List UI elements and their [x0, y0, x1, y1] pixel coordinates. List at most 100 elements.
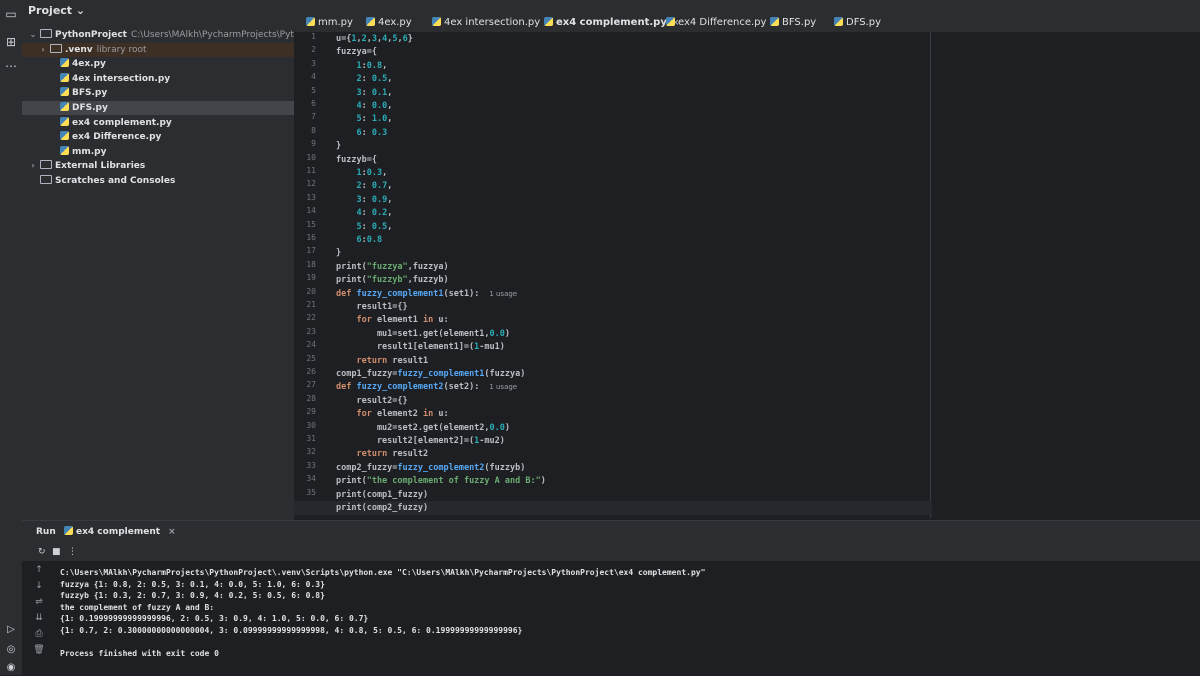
editor-tab[interactable]: 4ex.py	[366, 12, 412, 34]
code-text: 6:0.8	[356, 235, 383, 245]
print-icon[interactable]: ⎙	[32, 628, 46, 640]
rerun-icon[interactable]: ↻	[38, 543, 46, 561]
editor-tab[interactable]: DFS.py	[834, 12, 881, 34]
up-arrow-icon[interactable]: ↑	[32, 564, 46, 576]
line-number: 35	[306, 487, 316, 497]
ide-window: ▭ ⊞ ⋯ ▷ ◎ ◉ Project ⌄ ⌄ PythonProject C:\U…	[0, 0, 1200, 676]
right-margin-guide	[930, 32, 931, 518]
code-text: for element1 in u:	[356, 315, 449, 326]
tree-item[interactable]: Scratches and Consoles	[22, 174, 294, 188]
down-arrow-icon[interactable]: ↓	[32, 580, 46, 592]
usage-hint[interactable]: 1 usage	[489, 383, 517, 391]
more-icon[interactable]: ⋯	[3, 58, 19, 74]
code-line: def fuzzy_complement1(set1): 1 usage	[336, 287, 517, 301]
editor-tab[interactable]: ex4 Difference.py	[666, 12, 766, 34]
code-text: 3: 0.1,	[356, 87, 393, 98]
tree-item[interactable]: › .venv library root	[22, 42, 294, 57]
code-text: result1={}	[336, 302, 408, 312]
code-line: return result2	[336, 447, 428, 461]
usage-hint[interactable]: 1 usage	[489, 290, 517, 298]
run-panel-header: Run ex4 complement ×	[22, 521, 1200, 543]
line-number: 24	[306, 340, 316, 350]
code-line: 6: 0.3	[336, 126, 387, 140]
editor-tab[interactable]: 4ex intersection.py	[432, 12, 540, 34]
code-text: 1:0.8,	[356, 60, 388, 71]
run-tab[interactable]: ex4 complement ×	[64, 521, 176, 543]
line-number: 20	[306, 286, 316, 296]
tree-item[interactable]: ex4 complement.py	[22, 116, 294, 130]
trash-icon[interactable]: 🗑	[32, 644, 46, 656]
run-panel-title: Run	[36, 527, 56, 537]
line-number: 34	[306, 474, 316, 484]
tree-item[interactable]: ⌄ PythonProject C:\Users\MAlkh\PycharmProj…	[22, 28, 342, 42]
code-text: print(comp1_fuzzy)	[336, 489, 429, 500]
chevron-icon[interactable]: ›	[38, 43, 48, 57]
code-text: return result2	[356, 449, 429, 460]
line-number: 1	[311, 32, 316, 41]
tree-item[interactable]: DFS.py	[22, 101, 294, 115]
code-text: print(comp2_fuzzy)	[336, 503, 429, 513]
tree-item[interactable]: mm.py	[22, 145, 294, 159]
python-file-icon	[306, 17, 315, 26]
structure-icon[interactable]: ⊞	[3, 34, 19, 50]
code-line: 2: 0.5,	[336, 72, 392, 86]
code-line: result2[element2]=(1-mu2)	[336, 434, 505, 448]
code-line: 5: 1.0,	[336, 112, 392, 126]
project-icon[interactable]: ▭	[3, 6, 19, 22]
chevron-icon[interactable]: ⌄	[28, 28, 38, 42]
library-icon	[40, 160, 52, 170]
scroll-end-icon[interactable]: ⇊	[32, 612, 46, 624]
tree-item[interactable]: › External Libraries	[22, 159, 294, 173]
tree-item[interactable]: BFS.py	[22, 86, 294, 100]
code-text: 5: 1.0,	[356, 114, 393, 125]
line-number: 28	[306, 393, 316, 403]
code-line: print("the complement of fuzzy A and B:"…	[336, 474, 546, 488]
folder-icon	[50, 43, 62, 53]
python-console-icon[interactable]: ◎	[0, 642, 22, 658]
python-file-icon	[60, 102, 69, 111]
console-line: Process finished with exit code 0	[60, 648, 219, 658]
tree-item[interactable]: ex4 Difference.py	[22, 130, 294, 144]
code-line: 1:0.3,	[336, 166, 387, 180]
code-line: }	[336, 139, 341, 153]
code-line: print("fuzzya",fuzzya)	[336, 260, 449, 274]
python-file-icon	[366, 17, 375, 26]
line-number-gutter: 1 2 3 4 5 6 7 8 9 10 11 12 13 14 15 16 17 18 19 20 21 22 23 24 2…	[294, 32, 334, 518]
code-line: for element2 in u:	[336, 407, 449, 421]
code-text: print("fuzzyb",fuzzyb)	[336, 275, 449, 286]
code-line: 6:0.8	[336, 233, 382, 247]
code-text: fuzzyb={	[336, 154, 377, 165]
line-number: 25	[306, 353, 316, 363]
code-text: def fuzzy_complement1(set1):	[336, 288, 480, 299]
code-line: mu1=set1.get(element1,0.0)	[336, 327, 510, 341]
chevron-icon[interactable]: ›	[28, 159, 38, 173]
project-panel-header[interactable]: Project ⌄	[22, 0, 294, 22]
tree-item-label: External Libraries	[55, 161, 146, 172]
tree-item-label: 4ex intersection.py	[72, 73, 171, 84]
console-line: fuzzyb {1: 0.3, 2: 0.7, 3: 0.9, 4: 0.2, …	[60, 591, 325, 600]
line-number: 12	[306, 179, 316, 189]
wrap-icon[interactable]: ⇌	[32, 596, 46, 608]
run-tab-label: ex4 complement	[76, 527, 161, 537]
python-file-icon	[60, 116, 69, 126]
run-icon[interactable]: ▷	[0, 622, 22, 638]
code-line: comp2_fuzzy=fuzzy_complement2(fuzzyb)	[336, 461, 525, 475]
stop-icon[interactable]: ■	[52, 543, 61, 561]
close-icon[interactable]: ×	[168, 527, 176, 537]
editor-tab[interactable]: BFS.py	[770, 12, 816, 34]
python-file-icon	[64, 526, 73, 535]
more-vert-icon[interactable]: ⋮	[68, 543, 77, 561]
code-text: for element2 in u:	[356, 409, 449, 420]
code-text: }	[336, 248, 342, 259]
tree-item[interactable]: 4ex intersection.py	[22, 72, 294, 86]
code-text: 5: 0.5,	[356, 221, 393, 232]
editor-tab[interactable]: mm.py	[306, 12, 353, 34]
code-line: 5: 0.5,	[336, 220, 392, 234]
terminal-icon[interactable]: ◉	[0, 660, 22, 676]
tree-item-label: DFS.py	[72, 103, 108, 113]
code-text: 3: 0.9,	[356, 194, 393, 205]
code-editor[interactable]: u={1,2,3,4,5,6} fuzzya={ 1:0.8, 2: 0.5, 3…	[294, 32, 1200, 518]
line-number: 31	[306, 434, 316, 443]
code-text: comp1_fuzzy=fuzzy_complement1(fuzzya)	[336, 369, 526, 379]
tree-item[interactable]: 4ex.py	[22, 57, 294, 71]
